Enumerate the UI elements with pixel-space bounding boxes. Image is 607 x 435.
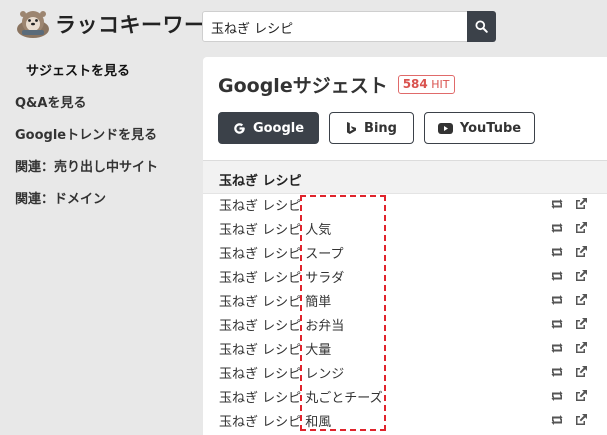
suggest-panel: Googleサジェスト 584 HIT Google Bing YouTube … — [203, 57, 607, 435]
suggest-keyword[interactable]: 玉ねぎ レシピ サラダ — [219, 267, 344, 286]
retweet-icon[interactable] — [549, 412, 565, 428]
external-link-icon[interactable] — [573, 268, 589, 284]
list-item: 玉ねぎ レシピ 簡単 — [203, 288, 607, 312]
suggest-keyword[interactable]: 玉ねぎ レシピ 丸ごとチーズ — [219, 387, 383, 406]
suggest-keyword[interactable]: 玉ねぎ レシピ 大量 — [219, 339, 331, 358]
retweet-icon[interactable] — [549, 268, 565, 284]
suggest-keyword[interactable]: 玉ねぎ レシピ スープ — [219, 243, 344, 262]
hit-count-badge: 584 HIT — [397, 75, 455, 94]
header: ラッコキーワード 玉ねぎ レシピ — [0, 0, 607, 50]
hit-unit: HIT — [431, 78, 450, 91]
retweet-icon[interactable] — [549, 340, 565, 356]
external-link-icon[interactable] — [573, 340, 589, 356]
list-item: 玉ねぎ レシピ 和風 — [203, 408, 607, 432]
suggest-keyword[interactable]: 玉ねぎ レシピ 和風 — [219, 411, 331, 430]
retweet-icon[interactable] — [549, 220, 565, 236]
page-title: Googleサジェスト — [218, 75, 388, 97]
tab-google-label: Google — [252, 120, 305, 136]
search-input[interactable]: 玉ねぎ レシピ — [202, 11, 468, 42]
external-link-icon[interactable] — [573, 316, 589, 332]
list-item: 玉ねぎ レシピ 丸ごとチーズ — [203, 384, 607, 408]
tab-bing[interactable]: Bing — [329, 112, 414, 144]
otter-logo-icon — [17, 11, 49, 38]
panel-header: Googleサジェスト 584 HIT — [218, 71, 455, 98]
retweet-icon[interactable] — [549, 292, 565, 308]
retweet-icon[interactable] — [549, 316, 565, 332]
table-header: 玉ねぎ レシピ — [203, 160, 607, 194]
external-link-icon[interactable] — [573, 244, 589, 260]
external-link-icon[interactable] — [573, 292, 589, 308]
hit-count: 584 — [402, 77, 428, 91]
search-icon — [475, 20, 488, 33]
sidebar-item-sites-for-sale[interactable]: 関連：売り出し中サイト — [0, 154, 200, 186]
list-item: 玉ねぎ レシピ お弁当 — [203, 312, 607, 336]
external-link-icon[interactable] — [573, 412, 589, 428]
list-item: 玉ねぎ レシピ 人気 — [203, 216, 607, 240]
tab-google[interactable]: Google — [218, 112, 319, 144]
sidebar-item-domains[interactable]: 関連：ドメイン — [0, 186, 200, 218]
google-icon — [234, 122, 245, 134]
engine-tabs: Google Bing YouTube — [218, 112, 535, 144]
suggest-keyword[interactable]: 玉ねぎ レシピ レンジ — [219, 363, 344, 382]
suggest-keyword[interactable]: 玉ねぎ レシピ 人気 — [219, 219, 331, 238]
list-item: 玉ねぎ レシピ — [203, 192, 607, 216]
retweet-icon[interactable] — [549, 244, 565, 260]
external-link-icon[interactable] — [573, 388, 589, 404]
search-button[interactable] — [467, 11, 496, 42]
list-item: 玉ねぎ レシピ スープ — [203, 240, 607, 264]
sidebar-item-qa[interactable]: Q&Aを見る — [0, 90, 200, 122]
retweet-icon[interactable] — [549, 196, 565, 212]
tab-youtube-label: YouTube — [459, 120, 522, 136]
sidebar-nav: サジェストを見る Q&Aを見る Googleトレンドを見る 関連：売り出し中サイ… — [0, 58, 200, 218]
list-item: 玉ねぎ レシピ レンジ — [203, 360, 607, 384]
youtube-icon — [437, 122, 453, 134]
retweet-icon[interactable] — [549, 388, 565, 404]
sidebar-item-suggest[interactable]: サジェストを見る — [0, 58, 200, 90]
suggest-keyword[interactable]: 玉ねぎ レシピ お弁当 — [219, 315, 344, 334]
logo[interactable]: ラッコキーワード — [14, 8, 227, 40]
bing-icon — [347, 122, 357, 134]
retweet-icon[interactable] — [549, 364, 565, 380]
tab-bing-label: Bing — [364, 120, 397, 136]
suggest-keyword[interactable]: 玉ねぎ レシピ — [219, 195, 301, 214]
sidebar-item-google-trends[interactable]: Googleトレンドを見る — [0, 122, 200, 154]
suggest-keyword[interactable]: 玉ねぎ レシピ 簡単 — [219, 291, 331, 310]
external-link-icon[interactable] — [573, 196, 589, 212]
list-item: 玉ねぎ レシピ 大量 — [203, 336, 607, 360]
suggest-list: 玉ねぎ レシピ 玉ねぎ レシピ 人気 玉ねぎ レシピ スープ 玉ねぎ レシピ サ… — [203, 192, 607, 432]
list-item: 玉ねぎ レシピ サラダ — [203, 264, 607, 288]
tab-youtube[interactable]: YouTube — [424, 112, 535, 144]
external-link-icon[interactable] — [573, 220, 589, 236]
external-link-icon[interactable] — [573, 364, 589, 380]
